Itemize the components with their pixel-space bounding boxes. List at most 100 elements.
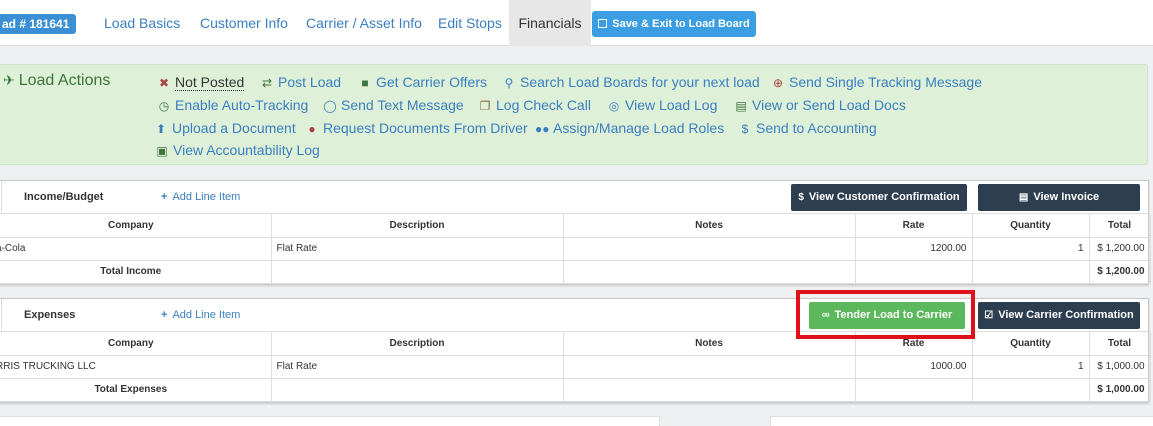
drag-handle[interactable] — [1, 181, 2, 214]
truck-icon: ■ — [361, 76, 369, 90]
action-search-load-boards[interactable]: ⚲ Search Load Boards for your next load — [502, 73, 760, 91]
action-enable-auto-tracking[interactable]: ◷ Enable Auto-Tracking — [157, 96, 309, 114]
tab-carrier-asset-info[interactable]: Carrier / Asset Info — [306, 0, 422, 46]
empty-cell — [855, 378, 973, 402]
plus-icon: + — [161, 309, 168, 321]
action-send-text-message[interactable]: ◯ Send Text Message — [323, 96, 463, 114]
dollar-icon: $ — [741, 122, 749, 136]
check-square-icon: ☑ — [984, 310, 994, 321]
tab-edit-stops[interactable]: Edit Stops — [438, 0, 502, 46]
upload-icon: ⬆ — [155, 122, 167, 136]
action-view-load-log[interactable]: ◎ View Load Log — [607, 96, 718, 114]
expenses-table: Company Description Notes Rate Quantity … — [0, 332, 1151, 402]
col-company: Company — [0, 332, 272, 356]
expenses-add-line-item[interactable]: + Add Line Item — [161, 309, 240, 321]
x-icon: ✖ — [158, 76, 170, 90]
save-exit-button[interactable]: Save & Exit to Load Board — [592, 11, 756, 37]
cell-rate: 1200.00 — [855, 237, 973, 261]
top-nav: ad # 181641 Load Basics Customer Info Ca… — [0, 0, 1153, 46]
col-description: Description — [271, 332, 564, 356]
empty-cell — [563, 378, 856, 402]
clock-icon: ◷ — [158, 99, 170, 113]
view-carrier-confirmation-button[interactable]: ☑ View Carrier Confirmation — [978, 302, 1140, 329]
income-panel: Income/Budget + Add Line Item $ View Custo… — [0, 180, 1151, 285]
col-rate: Rate — [855, 214, 973, 238]
save-icon — [598, 19, 608, 28]
empty-cell — [271, 378, 564, 402]
action-not-posted[interactable]: ✖ Not Posted — [157, 73, 245, 91]
empty-cell — [271, 260, 564, 284]
tab-financials[interactable]: Financials — [509, 0, 591, 46]
col-quantity: Quantity — [972, 214, 1090, 238]
cell-quantity: 1 — [972, 237, 1090, 261]
total-income-label: Total Income — [0, 260, 272, 284]
income-title: Income/Budget — [24, 191, 104, 203]
cell-description: Flat Rate — [271, 355, 564, 379]
total-expenses-label: Total Expenses — [0, 378, 272, 402]
view-customer-confirmation-button[interactable]: $ View Customer Confirmation — [791, 184, 967, 211]
action-send-tracking-message[interactable]: ⊕ Send Single Tracking Message — [771, 73, 982, 91]
action-get-carrier-offers[interactable]: ■ Get Carrier Offers — [358, 73, 487, 91]
income-table: Company Description Notes Rate Quantity … — [0, 214, 1151, 284]
copy-icon: ❐ — [479, 99, 491, 113]
action-view-accountability-log[interactable]: ▣ View Accountability Log — [155, 141, 320, 159]
search-icon: ⚲ — [504, 76, 514, 90]
tab-customer-info[interactable]: Customer Info — [200, 0, 288, 46]
load-actions-title: Load Actions — [18, 72, 111, 89]
action-send-to-accounting[interactable]: $ Send to Accounting — [738, 119, 877, 137]
income-add-line-item[interactable]: + Add Line Item — [161, 191, 240, 203]
col-quantity: Quantity — [972, 332, 1090, 356]
expenses-table-header: Company Description Notes Rate Quantity … — [0, 332, 1151, 356]
income-panel-header: Income/Budget + Add Line Item $ View Custo… — [0, 181, 1148, 214]
empty-cell — [563, 260, 856, 284]
cell-total: $ 1,200.00 — [1089, 237, 1151, 261]
briefcase-icon: ▣ — [156, 144, 168, 158]
action-upload-document[interactable]: ⬆ Upload a Document — [154, 119, 296, 137]
file-icon: ▤ — [1018, 192, 1029, 203]
drag-handle[interactable] — [1, 299, 2, 332]
load-actions-heading: ✈ Load Actions — [3, 72, 110, 90]
col-total: Total — [1089, 214, 1151, 238]
comments-icon: ◎ — [608, 99, 620, 113]
cell-quantity: 1 — [972, 355, 1090, 379]
dollar-icon: $ — [798, 192, 804, 203]
action-assign-load-roles[interactable]: ●● Assign/Manage Load Roles — [535, 119, 724, 137]
expenses-panel-header: Expenses + Add Line Item ∞ Tender Load to … — [0, 299, 1148, 332]
action-request-documents[interactable]: ● Request Documents From Driver — [305, 119, 527, 137]
expenses-panel: Expenses + Add Line Item ∞ Tender Load to … — [0, 298, 1151, 403]
tab-load-basics[interactable]: Load Basics — [104, 0, 180, 46]
cell-company: RRIS TRUCKING LLC — [0, 355, 272, 379]
cell-rate: 1000.00 — [855, 355, 973, 379]
table-row[interactable]: RRIS TRUCKING LLC Flat Rate 1000.00 1 $ … — [0, 355, 1151, 379]
expenses-title: Expenses — [24, 309, 76, 321]
cell-total: $ 1,000.00 — [1089, 355, 1151, 379]
bottom-card-left — [0, 416, 660, 426]
total-expenses-value: $ 1,000.00 — [1089, 378, 1151, 402]
bottom-card-right — [770, 416, 1153, 426]
empty-cell — [855, 260, 973, 284]
comment-icon: ◯ — [323, 99, 337, 113]
cell-notes — [563, 237, 856, 261]
plane-icon: ✈ — [3, 72, 15, 88]
highlight-box — [796, 290, 975, 339]
col-notes: Notes — [563, 214, 856, 238]
income-table-header: Company Description Notes Rate Quantity … — [0, 214, 1151, 238]
save-exit-label: Save & Exit to Load Board — [612, 18, 750, 30]
table-row[interactable]: a-Cola Flat Rate 1200.00 1 $ 1,200.00 — [0, 237, 1151, 261]
cell-description: Flat Rate — [271, 237, 564, 261]
expenses-total-row: Total Expenses $ 1,000.00 — [0, 378, 1151, 402]
load-number-badge: ad # 181641 — [0, 14, 77, 34]
income-total-row: Total Income $ 1,200.00 — [0, 260, 1151, 284]
action-view-send-load-docs[interactable]: ▤ View or Send Load Docs — [734, 96, 906, 114]
col-total: Total — [1089, 332, 1151, 356]
users-icon: ●● — [535, 122, 550, 136]
view-invoice-button[interactable]: ▤ View Invoice — [978, 184, 1140, 211]
cell-company: a-Cola — [0, 237, 272, 261]
action-post-load[interactable]: ⇄ Post Load — [260, 73, 341, 91]
user-icon: ● — [308, 122, 316, 136]
empty-cell — [972, 378, 1090, 402]
action-log-check-call[interactable]: ❐ Log Check Call — [478, 96, 591, 114]
total-income-value: $ 1,200.00 — [1089, 260, 1151, 284]
col-company: Company — [0, 214, 272, 238]
crosshairs-icon: ⊕ — [772, 76, 784, 90]
